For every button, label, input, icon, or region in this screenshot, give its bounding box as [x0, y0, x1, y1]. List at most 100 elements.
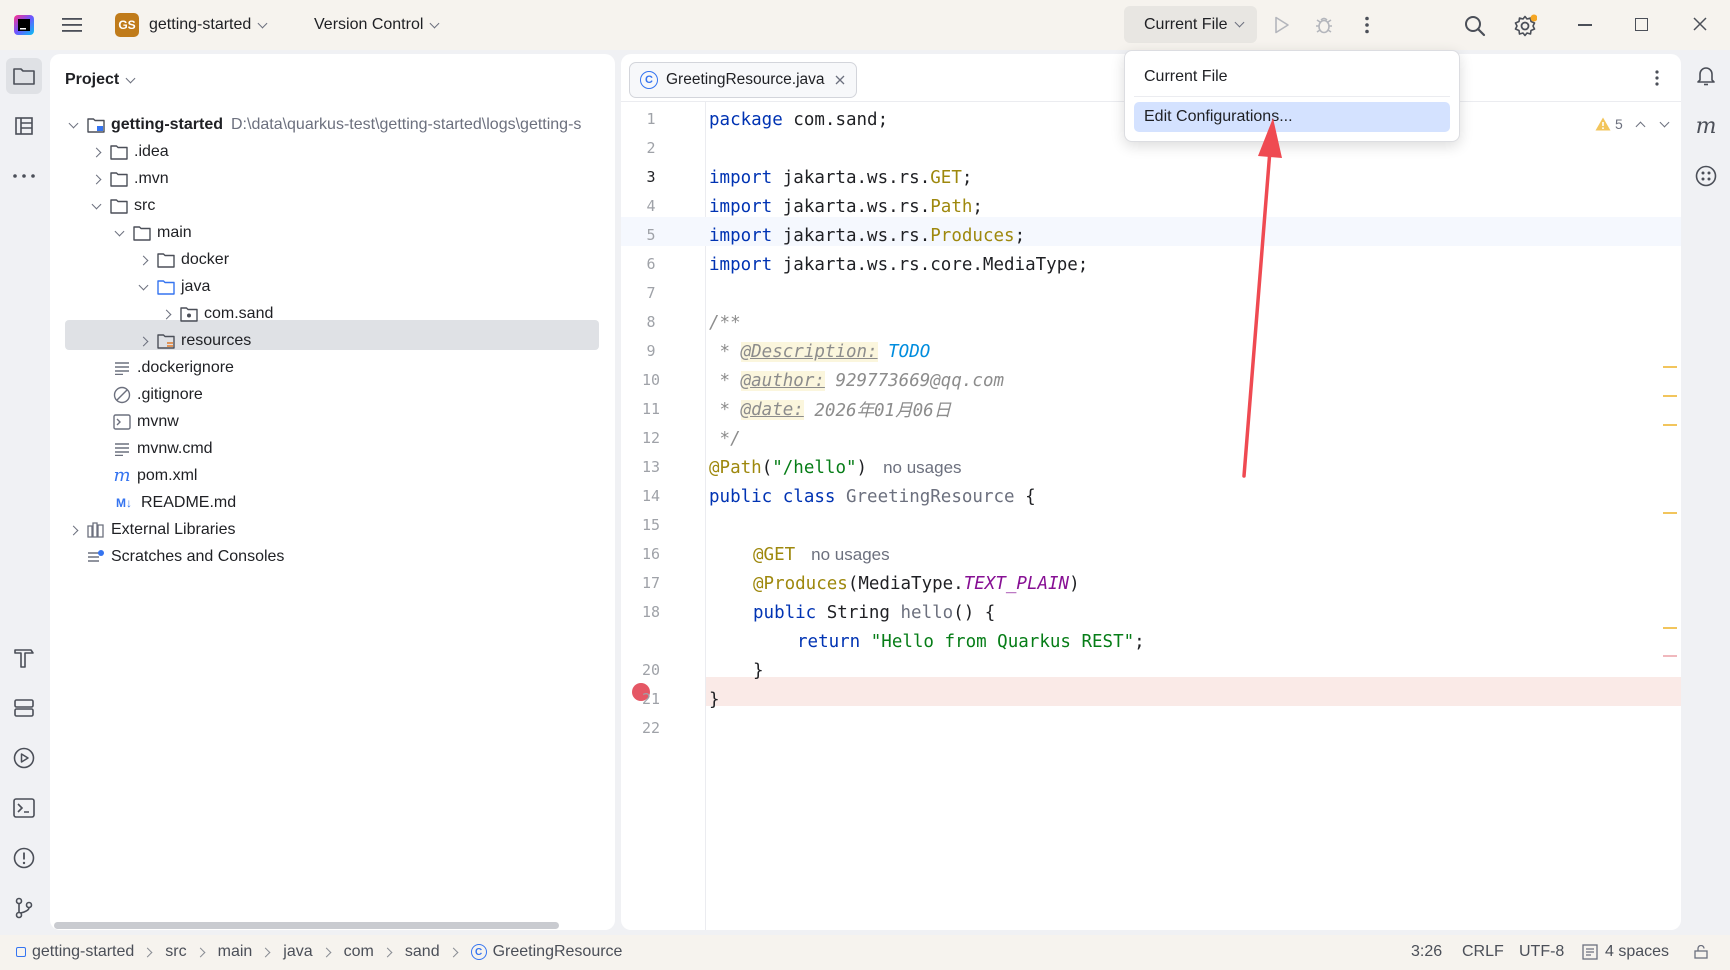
git-tool-icon[interactable] — [6, 890, 42, 926]
breadcrumb-item[interactable]: sand — [405, 943, 440, 961]
maven-icon[interactable]: m — [1688, 108, 1724, 144]
dropdown-item-current-file[interactable]: Current File — [1134, 62, 1450, 92]
chevron-right-icon — [448, 947, 459, 957]
project-tool-icon[interactable] — [6, 58, 42, 94]
app-logo-icon[interactable] — [14, 15, 34, 35]
tree-item-com-sand[interactable]: com.sand — [158, 300, 273, 328]
chevron-down-icon[interactable] — [65, 117, 81, 133]
search-icon[interactable] — [1462, 13, 1488, 39]
tree-item-mvnw[interactable]: mvnw — [113, 408, 179, 436]
main-menu-icon[interactable] — [60, 13, 84, 37]
services-tool-icon[interactable] — [6, 690, 42, 726]
tree-item-root[interactable]: getting-started D:\data\quarkus-test\get… — [65, 111, 581, 139]
folder-icon — [133, 224, 151, 242]
tree-item-idea[interactable]: .idea — [88, 138, 169, 166]
tree-item-docker[interactable]: docker — [135, 246, 229, 274]
chevron-down-icon[interactable] — [135, 279, 151, 295]
project-switcher[interactable]: GS getting-started — [115, 13, 268, 37]
breadcrumb-item[interactable]: getting-started — [32, 943, 134, 961]
chevron-right-icon[interactable] — [135, 252, 151, 268]
tree-item-src[interactable]: src — [88, 192, 155, 220]
status-bar: getting-started src main java com sand C… — [0, 935, 1730, 970]
tree-item-label: java — [181, 278, 211, 295]
read-only-lock-icon[interactable] — [1693, 944, 1709, 960]
tree-item-external-libraries[interactable]: External Libraries — [65, 516, 236, 544]
editor-panel: C GreetingResource.java 5 1 2 3 4 5 6 7 … — [621, 54, 1681, 930]
file-encoding[interactable]: UTF-8 — [1519, 943, 1564, 961]
error-stripe-mark[interactable] — [1663, 627, 1677, 629]
chevron-right-icon[interactable] — [158, 306, 174, 322]
more-tools-icon[interactable] — [6, 158, 42, 194]
error-stripe-mark[interactable] — [1663, 395, 1677, 397]
debug-icon[interactable] — [1312, 13, 1336, 37]
run-config-selector[interactable]: Current File — [1124, 6, 1257, 43]
chevron-down-icon — [125, 73, 136, 83]
run-tool-icon[interactable] — [6, 740, 42, 776]
root-folder-path: D:\data\quarkus-test\getting-started\log… — [231, 116, 582, 133]
folder-icon — [110, 197, 128, 215]
version-control-menu[interactable]: Version Control — [314, 13, 440, 37]
caret-position[interactable]: 3:26 — [1411, 943, 1442, 961]
line-number: 3 — [646, 168, 656, 186]
close-icon[interactable] — [1692, 16, 1708, 32]
chevron-right-icon[interactable] — [135, 333, 151, 349]
tree-item-main[interactable]: main — [111, 219, 192, 247]
tree-item-pom[interactable]: m pom.xml — [113, 462, 197, 490]
project-panel-header[interactable]: Project — [65, 68, 136, 92]
chevron-down-icon[interactable] — [88, 198, 104, 214]
breadcrumb-item[interactable]: com — [344, 943, 374, 961]
error-stripe-mark[interactable] — [1663, 512, 1677, 514]
structure-tool-icon[interactable] — [6, 108, 42, 144]
project-panel: Project getting-started D:\data\quarkus-… — [50, 54, 615, 930]
notifications-bell-icon[interactable] — [1688, 58, 1724, 94]
line-number: 16 — [641, 545, 661, 563]
terminal-tool-icon[interactable] — [6, 790, 42, 826]
library-icon — [87, 521, 105, 539]
chevron-down-icon[interactable] — [111, 225, 127, 241]
tree-item-mvn[interactable]: .mvn — [88, 165, 169, 193]
code-line-9: * @Description: TODO — [709, 341, 931, 362]
module-icon — [16, 947, 26, 957]
line-number: 2 — [646, 139, 656, 157]
chevron-right-icon[interactable] — [65, 522, 81, 538]
minimize-icon[interactable] — [1578, 24, 1592, 26]
code-area[interactable]: package com.sand; import jakarta.ws.rs. G… — [709, 54, 1659, 930]
java-class-icon: C — [470, 944, 487, 960]
code-line-14: public class GreetingResource { — [709, 486, 1036, 507]
project-panel-title: Project — [65, 71, 120, 88]
breadcrumb-item[interactable]: src — [165, 943, 186, 961]
breadcrumb-item[interactable]: main — [218, 943, 253, 961]
tree-item-readme[interactable]: M↓ README.md — [113, 489, 236, 517]
tree-item-resources[interactable]: resources — [135, 327, 251, 355]
ai-assistant-icon[interactable] — [1688, 158, 1724, 194]
dropdown-item-label: Current File — [1144, 68, 1228, 85]
module-folder-icon — [87, 116, 105, 134]
chevron-right-icon[interactable] — [88, 144, 104, 160]
tree-item-scratches[interactable]: Scratches and Consoles — [87, 543, 284, 571]
horizontal-scrollbar[interactable] — [54, 922, 559, 929]
maximize-icon[interactable] — [1635, 18, 1648, 31]
tree-item-gitignore[interactable]: .gitignore — [113, 381, 203, 409]
run-icon[interactable] — [1270, 13, 1294, 37]
left-tool-stripe — [0, 50, 50, 935]
error-stripe-mark[interactable] — [1663, 424, 1677, 426]
line-numbers: 1 2 3 4 5 6 7 8 9 10 11 12 13 14 15 16 1… — [621, 54, 705, 930]
breadcrumb: getting-started src main java com sand C… — [16, 941, 622, 963]
indent-settings[interactable]: 4 spaces — [1582, 941, 1669, 963]
settings-gear-icon[interactable] — [1511, 12, 1539, 40]
breakpoint-stripe-mark[interactable] — [1663, 655, 1677, 657]
more-actions-icon[interactable] — [1355, 13, 1379, 37]
tree-item-label: main — [157, 224, 192, 241]
chevron-right-icon[interactable] — [88, 171, 104, 187]
error-stripe-mark[interactable] — [1663, 366, 1677, 368]
tree-item-java[interactable]: java — [135, 273, 210, 301]
tree-item-mvnw-cmd[interactable]: mvnw.cmd — [113, 435, 213, 463]
build-tool-icon[interactable] — [6, 640, 42, 676]
tree-item-dockerignore[interactable]: .dockerignore — [113, 354, 234, 382]
breadcrumb-item[interactable]: java — [283, 943, 312, 961]
breadcrumb-item[interactable]: GreetingResource — [493, 943, 623, 961]
source-folder-icon — [157, 278, 175, 296]
dropdown-item-edit-configurations[interactable]: Edit Configurations... — [1134, 102, 1450, 132]
problems-tool-icon[interactable] — [6, 840, 42, 876]
line-separator[interactable]: CRLF — [1462, 943, 1504, 961]
